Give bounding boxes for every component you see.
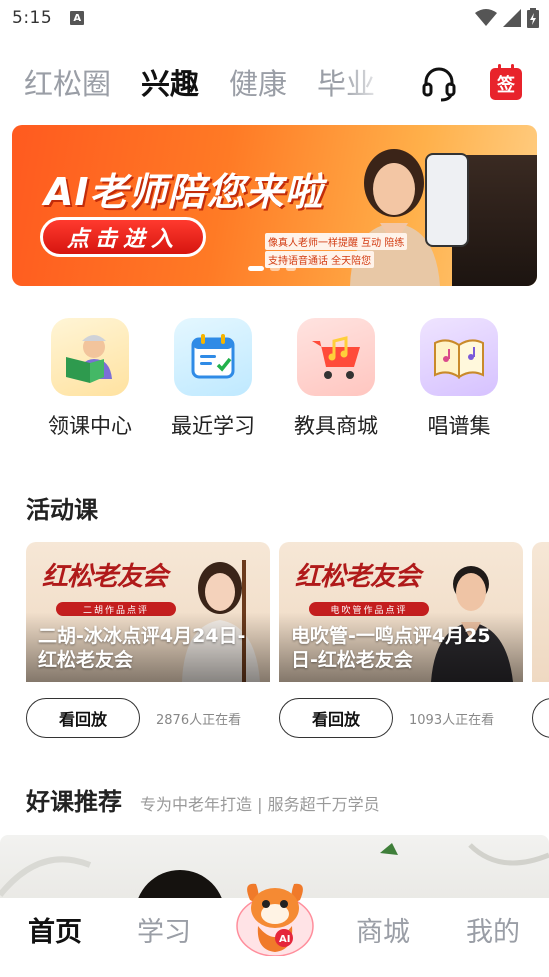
notification-icon: A [70, 11, 85, 25]
watch-replay-button[interactable] [532, 698, 549, 738]
watcher-count: 2876人正在看 [156, 712, 242, 728]
recommend-subtitle: 专为中老年打造 | 服务超千万学员 [140, 795, 380, 814]
status-icons [475, 8, 539, 28]
course-card-peek[interactable] [532, 542, 549, 738]
signal-icon [503, 9, 521, 27]
course-footer: 看回放 1093人正在看 [279, 698, 523, 738]
watcher-count: 1093人正在看 [409, 712, 495, 728]
battery-icon [527, 8, 539, 28]
quick-link-label: 最近学习 [171, 414, 255, 438]
nav-study[interactable]: 学习 [137, 910, 191, 949]
quick-link-label: 唱谱集 [427, 414, 491, 438]
quick-link-label: 教具商城 [294, 414, 378, 438]
quick-link-course-center[interactable]: 领课中心 [35, 318, 145, 440]
course-footer [532, 698, 549, 738]
banner-tag-1: 像真人老师一样提醒 互动 陪练 [265, 233, 408, 250]
tab-hongsong-circle[interactable]: 红松圈 [24, 62, 111, 106]
quick-links: 领课中心 最近学习 教具商城 唱谱集 [0, 318, 549, 448]
shopping-cart-music-icon [297, 318, 375, 396]
course-brand: 红松老友会 [42, 562, 168, 592]
nav-profile[interactable]: 我的 [466, 910, 520, 949]
recommend-title: 好课推荐 [26, 788, 122, 816]
course-card[interactable]: 红松老友会 电吹管作品点评 电吹管-一鸣点评4月25日-红松老友会 看回放 10… [279, 542, 523, 738]
status-time: 5:15 [12, 8, 53, 28]
check-in-button[interactable]: 签 [490, 64, 522, 100]
top-tabs: 红松圈 兴趣 健康 毕业 [24, 62, 389, 106]
status-bar: 5:15 A [0, 0, 549, 36]
banner-dot[interactable] [270, 266, 280, 271]
course-cover [532, 542, 549, 682]
activity-course-list: 红松老友会 二胡作品点评 二胡-冰冰点评4月24日-红松老友会 看回放 2876… [26, 542, 549, 742]
calendar-checklist-icon [174, 318, 252, 396]
svg-text:AI: AI [279, 934, 290, 945]
tab-interest[interactable]: 兴趣 [141, 62, 200, 106]
course-cover: 红松老友会 电吹管作品点评 电吹管-一鸣点评4月25日-红松老友会 [279, 542, 523, 682]
banner-pagination [248, 266, 296, 271]
course-title: 二胡-冰冰点评4月24日-红松老友会 [38, 625, 246, 671]
activity-section-title: 活动课 [26, 496, 98, 524]
banner-title: AI老师陪您来啦 [44, 170, 324, 214]
banner-enter-button[interactable]: 点击进入 [40, 217, 206, 257]
quick-link-label: 领课中心 [48, 414, 132, 438]
bottom-navigation: 首页 学习 AI 商城 我的 [0, 883, 549, 977]
course-brand: 红松老友会 [295, 562, 421, 592]
wifi-icon [475, 9, 497, 26]
course-card[interactable]: 红松老友会 二胡作品点评 二胡-冰冰点评4月24日-红松老友会 看回放 2876… [26, 542, 270, 738]
banner-dot[interactable] [286, 266, 296, 271]
watch-replay-button[interactable]: 看回放 [26, 698, 140, 738]
phone-mockup [425, 153, 469, 247]
course-footer: 看回放 2876人正在看 [26, 698, 270, 738]
quick-link-recent-study[interactable]: 最近学习 [158, 318, 268, 440]
banner-dot[interactable] [248, 266, 264, 271]
nav-home[interactable]: 首页 [28, 910, 82, 949]
quick-link-tool-mall[interactable]: 教具商城 [281, 318, 391, 440]
nav-mall[interactable]: 商城 [356, 910, 410, 949]
course-cover: 红松老友会 二胡作品点评 二胡-冰冰点评4月24日-红松老友会 [26, 542, 270, 682]
music-book-icon [420, 318, 498, 396]
quick-link-songbook[interactable]: 唱谱集 [404, 318, 514, 440]
reading-grandma-icon [51, 318, 129, 396]
recommend-header: 好课推荐 专为中老年打造 | 服务超千万学员 [26, 782, 380, 817]
tab-fade [340, 62, 390, 106]
tab-health[interactable]: 健康 [229, 62, 287, 106]
banner-ai-teacher[interactable]: AI老师陪您来啦 点击进入 像真人老师一样提醒 互动 陪练 支持语音通话 全天陪… [12, 125, 537, 286]
watch-replay-button[interactable]: 看回放 [279, 698, 393, 738]
customer-service-headset-icon[interactable] [421, 66, 457, 102]
course-title: 电吹管-一鸣点评4月25日-红松老友会 [291, 625, 491, 671]
ai-squirrel-mascot-icon[interactable]: AI [234, 876, 316, 956]
